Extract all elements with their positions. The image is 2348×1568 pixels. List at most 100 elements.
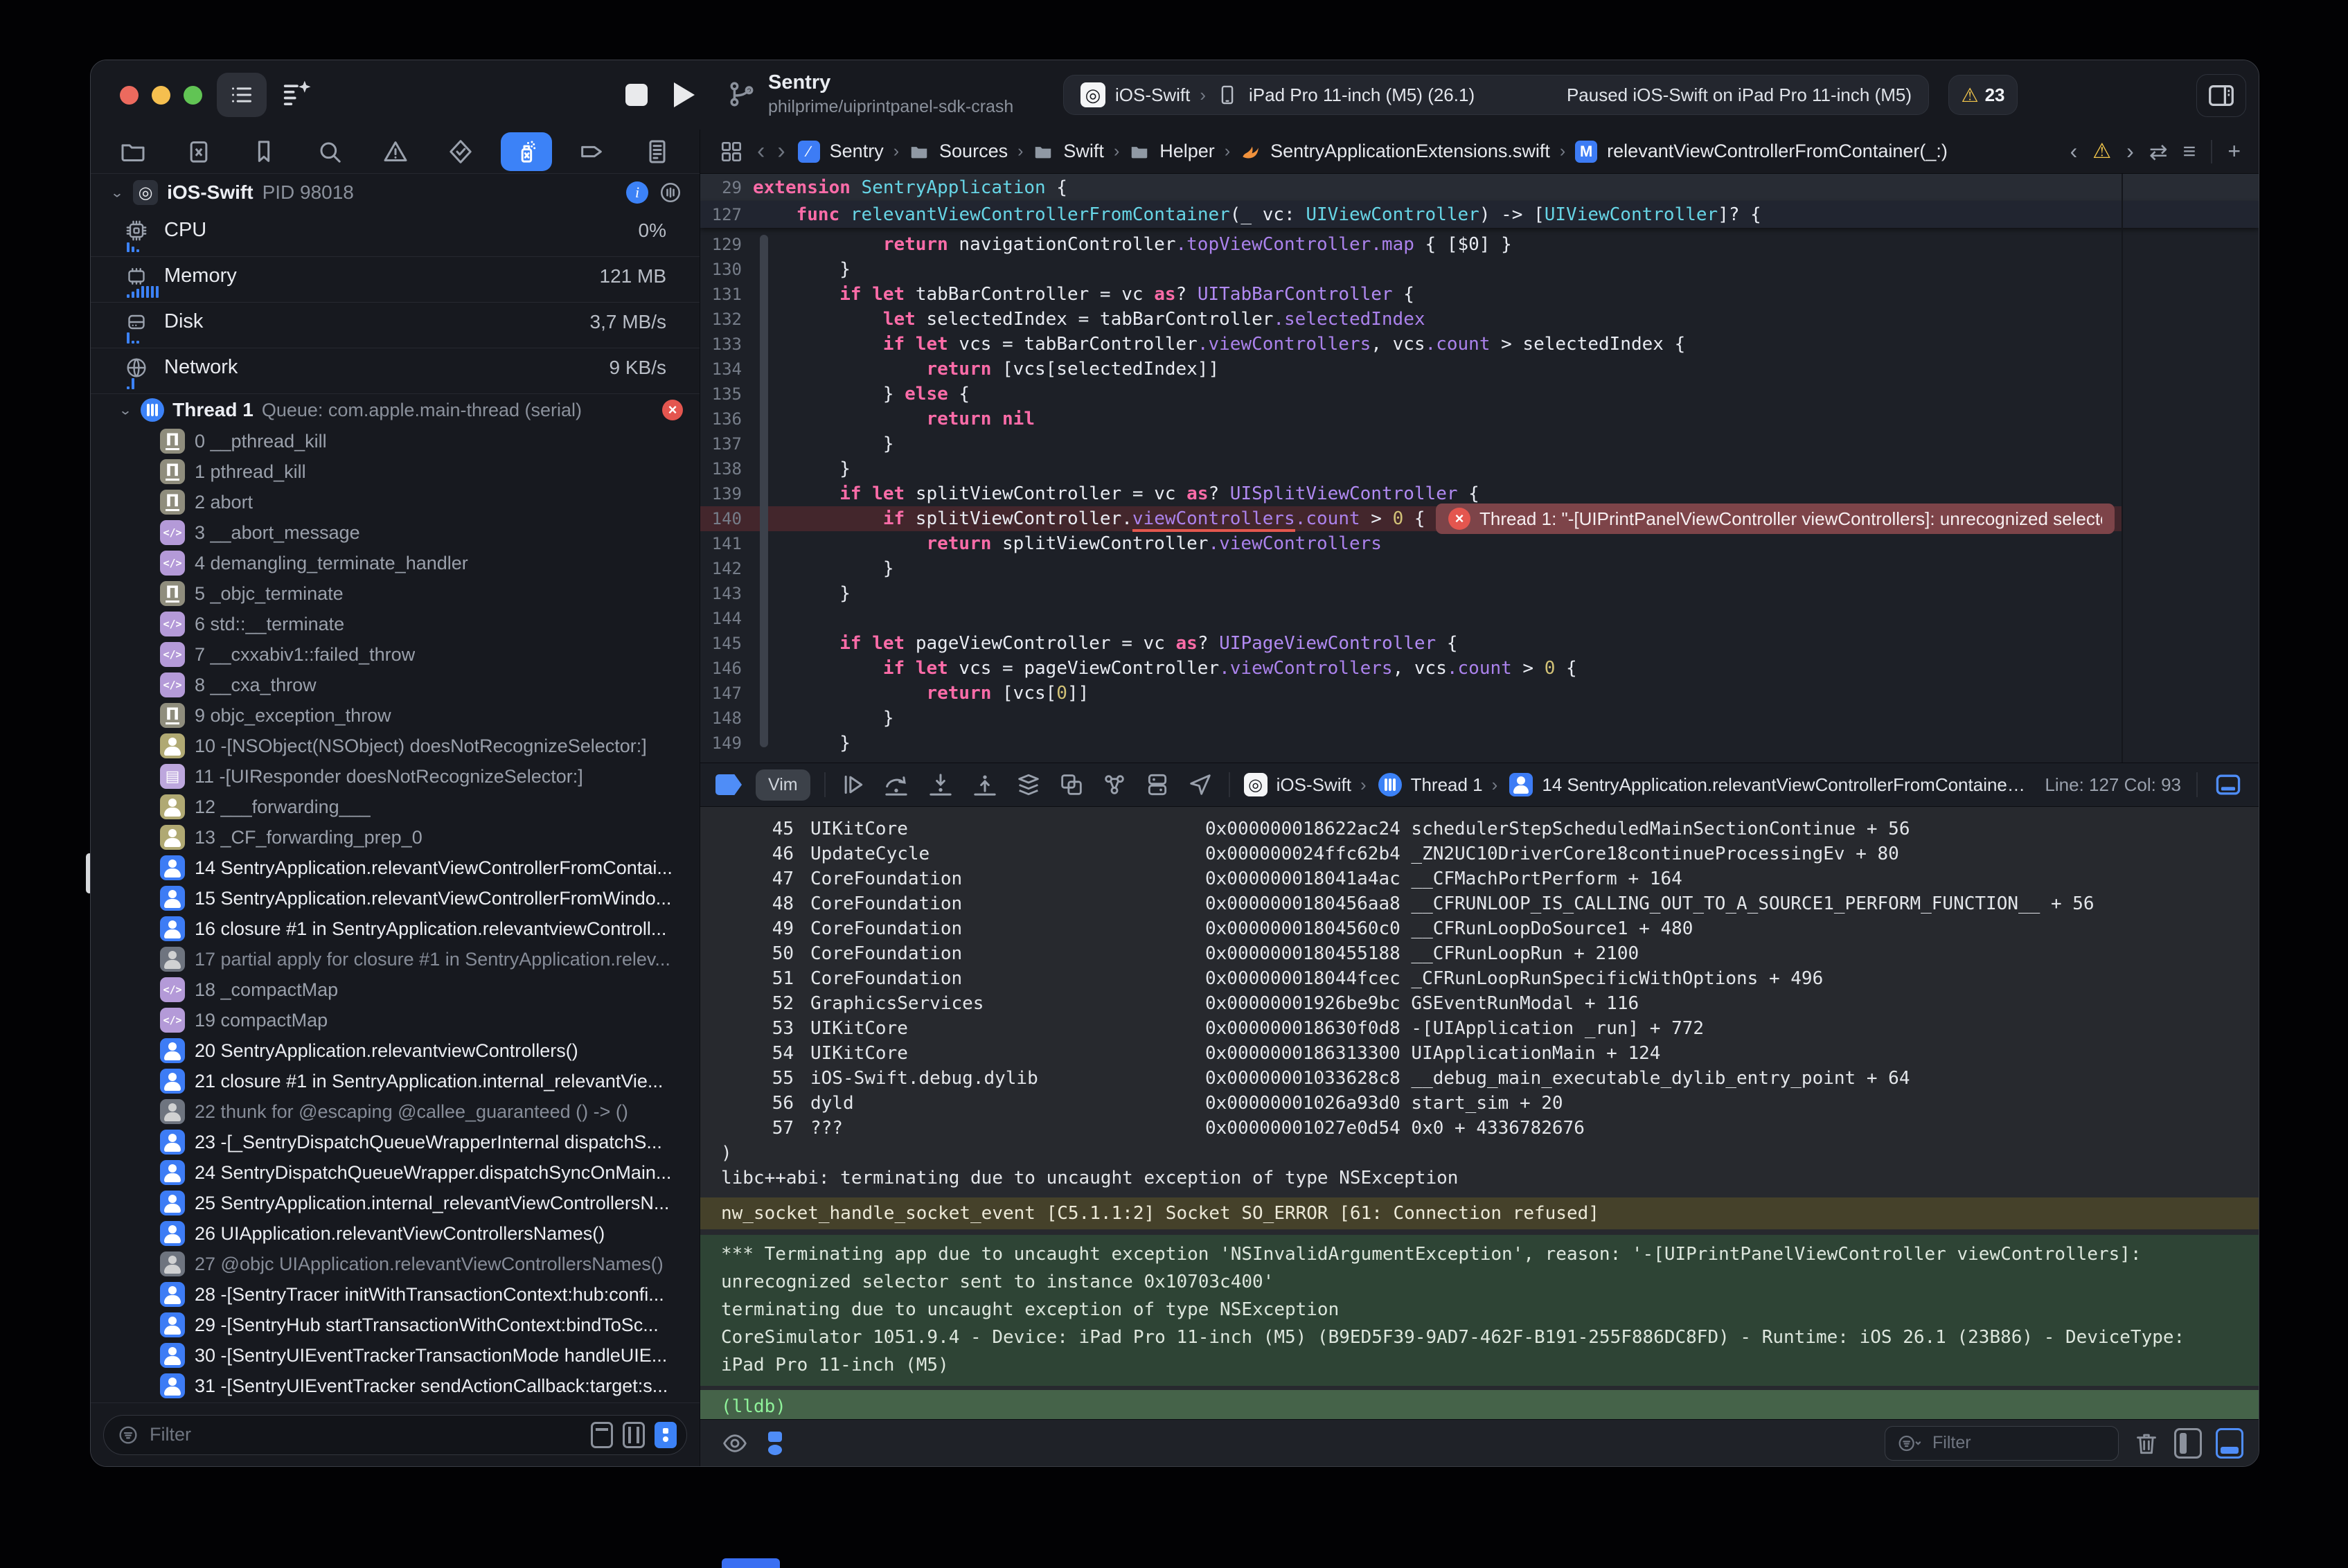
ai-compose-button[interactable] (279, 75, 315, 112)
debug-console[interactable]: 45 UIKitCore 0x000000018622ac24 schedule… (700, 807, 2259, 1419)
inline-error-annotation[interactable]: × Thread 1: "-[UIPrintPanelViewControlle… (1436, 504, 2115, 534)
eye-icon[interactable] (721, 1429, 749, 1457)
tab-report-navigator[interactable] (632, 132, 683, 171)
code-line[interactable]: 148 } (700, 706, 2122, 731)
go-forward-button[interactable]: › (777, 138, 785, 165)
related-items-grid-icon[interactable] (718, 139, 745, 165)
vim-mode-badge[interactable]: Vim (756, 769, 810, 801)
tab-debug-navigator[interactable] (501, 132, 552, 171)
code-line[interactable]: 142 } (700, 556, 2122, 581)
toggle-console-button[interactable] (2213, 769, 2243, 800)
line-number[interactable]: 144 (700, 609, 753, 628)
stack-frame-row[interactable]: 29 -[SentryHub startTransactionWithConte… (91, 1310, 700, 1340)
line-number[interactable]: 149 (700, 733, 753, 753)
line-number[interactable]: 148 (700, 709, 753, 728)
tab-find-navigator[interactable] (304, 132, 355, 171)
navigator-filter-input[interactable]: Filter (103, 1415, 687, 1455)
stack-frame-row[interactable]: 12 ___forwarding___ (91, 792, 700, 822)
code-line[interactable]: 145 if let pageViewController = vc as? U… (700, 631, 2122, 656)
gauge-row-network[interactable]: Network 9 KB/s (91, 348, 700, 394)
line-number[interactable]: 137 (700, 434, 753, 454)
stack-frame-row[interactable]: 9 objc_exception_throw (91, 700, 700, 731)
tab-test-navigator[interactable] (435, 132, 486, 171)
line-number[interactable]: 139 (700, 484, 753, 504)
breadcrumb-helper[interactable]: Helper› (1129, 141, 1230, 162)
code-line[interactable]: 149 } (700, 731, 2122, 756)
stack-frame-row[interactable]: 8 __cxa_throw (91, 670, 700, 700)
toggle-inspector-button[interactable] (2196, 74, 2246, 117)
stack-frame-row[interactable]: 30 -[SentryUIEventTrackerTransactionMode… (91, 1340, 700, 1371)
line-number[interactable]: 138 (700, 459, 753, 479)
code-line[interactable]: 134 return [vcs[selectedIndex]] (700, 357, 2122, 382)
console-filter-input[interactable]: Filter (1885, 1426, 2119, 1461)
stack-frame-row[interactable]: 13 _CF_forwarding_prep_0 (91, 822, 700, 853)
code-line[interactable]: 132 let selectedIndex = tabBarController… (700, 307, 2122, 332)
scheme-selector[interactable]: iOS-Swift (1115, 84, 1190, 106)
breadcrumb-project[interactable]: ∕ Sentry› (798, 141, 899, 163)
minimize-window-button[interactable] (152, 86, 170, 105)
line-number[interactable]: 140 (700, 509, 753, 528)
activity-status[interactable]: Paused iOS-Swift on iPad Pro 11-inch (M5… (1567, 84, 1912, 106)
line-number[interactable]: 134 (700, 359, 753, 379)
stack-frame-row[interactable]: 17 partial apply for closure #1 in Sentr… (91, 944, 700, 974)
stack-frame-row[interactable]: 28 -[SentryTracer initWithTransactionCon… (91, 1279, 700, 1310)
line-number[interactable]: 131 (700, 285, 753, 304)
stack-frame-row[interactable]: 14 SentryApplication.relevantViewControl… (91, 853, 700, 883)
line-number[interactable]: 130 (700, 260, 753, 279)
debug-scheme-crumb[interactable]: ◎ iOS-Swift› (1244, 773, 1364, 796)
line-number[interactable]: 135 (700, 384, 753, 404)
stack-frame-row[interactable]: 15 SentryApplication.relevantViewControl… (91, 883, 700, 914)
info-icon[interactable]: i (626, 181, 648, 204)
stack-frame-row[interactable]: 19 compactMap (91, 1005, 700, 1035)
stack-frame-row[interactable]: 0 __pthread_kill (91, 426, 700, 456)
code-line[interactable]: 146 if let vcs = pageViewController.view… (700, 656, 2122, 681)
thread-row[interactable]: ⌄ Thread 1 Queue: com.apple.main-thread … (91, 394, 700, 426)
toggle-console-view-icon[interactable] (2216, 1428, 2243, 1459)
line-number[interactable]: 145 (700, 634, 753, 653)
gauge-circle-icon[interactable] (658, 180, 683, 205)
step-into-button[interactable] (925, 771, 956, 799)
disclosure-chevron-icon[interactable]: ⌄ (118, 402, 132, 418)
breadcrumb-swift[interactable]: Swift› (1033, 141, 1119, 162)
line-number[interactable]: 133 (700, 335, 753, 354)
swap-editor-icon[interactable]: ⇄ (2149, 139, 2168, 165)
zoom-window-button[interactable] (184, 86, 202, 105)
stack-frame-row[interactable]: 4 demangling_terminate_handler (91, 548, 700, 578)
filter-toggle-crashed-icon[interactable] (591, 1422, 613, 1448)
disclosure-chevron-icon[interactable]: ⌄ (110, 184, 124, 200)
simulate-location-button[interactable] (1186, 771, 1215, 799)
structured-console-toggle-icon[interactable] (765, 1429, 786, 1457)
line-number[interactable]: 142 (700, 559, 753, 578)
breadcrumb-sources[interactable]: Sources› (909, 141, 1023, 162)
line-number[interactable]: 146 (700, 659, 753, 678)
stack-frame-row[interactable]: 18 _compactMap (91, 974, 700, 1005)
code-line[interactable]: 129 return navigationController.topViewC… (700, 232, 2122, 257)
stack-frame-row[interactable]: 16 closure #1 in SentryApplication.relev… (91, 914, 700, 944)
stack-frame-row[interactable]: 24 SentryDispatchQueueWrapper.dispatchSy… (91, 1157, 700, 1188)
code-line[interactable]: 138 } (700, 456, 2122, 481)
stack-frame-row[interactable]: 2 abort (91, 487, 700, 517)
next-issue-button[interactable]: › (2126, 139, 2134, 164)
focus-ribbon[interactable] (760, 235, 768, 747)
stack-frame-row[interactable]: 26 UIApplication.relevantViewControllers… (91, 1218, 700, 1249)
stack-frame-row[interactable]: 20 SentryApplication.relevantviewControl… (91, 1035, 700, 1066)
stack-frame-row[interactable]: 11 -[UIResponder doesNotRecognizeSelecto… (91, 761, 700, 792)
tab-issue-navigator[interactable] (370, 132, 421, 171)
gauge-row-disk[interactable]: Disk 3,7 MB/s (91, 303, 700, 348)
warnings-badge[interactable]: ⚠ 23 (1948, 75, 2018, 115)
code-line[interactable]: 130 } (700, 257, 2122, 282)
code-line[interactable]: 141 return splitViewController.viewContr… (700, 531, 2122, 556)
gauge-row-cpu[interactable]: CPU 0% (91, 211, 700, 257)
stack-frame-row[interactable]: 6 std::__terminate (91, 609, 700, 639)
trash-icon[interactable] (2133, 1429, 2160, 1457)
stack-frame-row[interactable]: 21 closure #1 in SentryApplication.inter… (91, 1066, 700, 1096)
process-row[interactable]: ⌄ ◎ iOS-Swift PID 98018 i (91, 174, 700, 211)
stack-frame-row[interactable]: 25 SentryApplication.internal_relevantVi… (91, 1188, 700, 1218)
close-window-button[interactable] (120, 86, 139, 105)
code-line[interactable]: 131 if let tabBarController = vc as? UIT… (700, 282, 2122, 307)
code-line[interactable]: 136 return nil (700, 407, 2122, 431)
stack-frame-row[interactable]: 1 pthread_kill (91, 456, 700, 487)
issue-warning-icon[interactable]: ⚠ (2092, 139, 2111, 163)
line-number[interactable]: 136 (700, 409, 753, 429)
code-line[interactable]: 144 (700, 606, 2122, 631)
